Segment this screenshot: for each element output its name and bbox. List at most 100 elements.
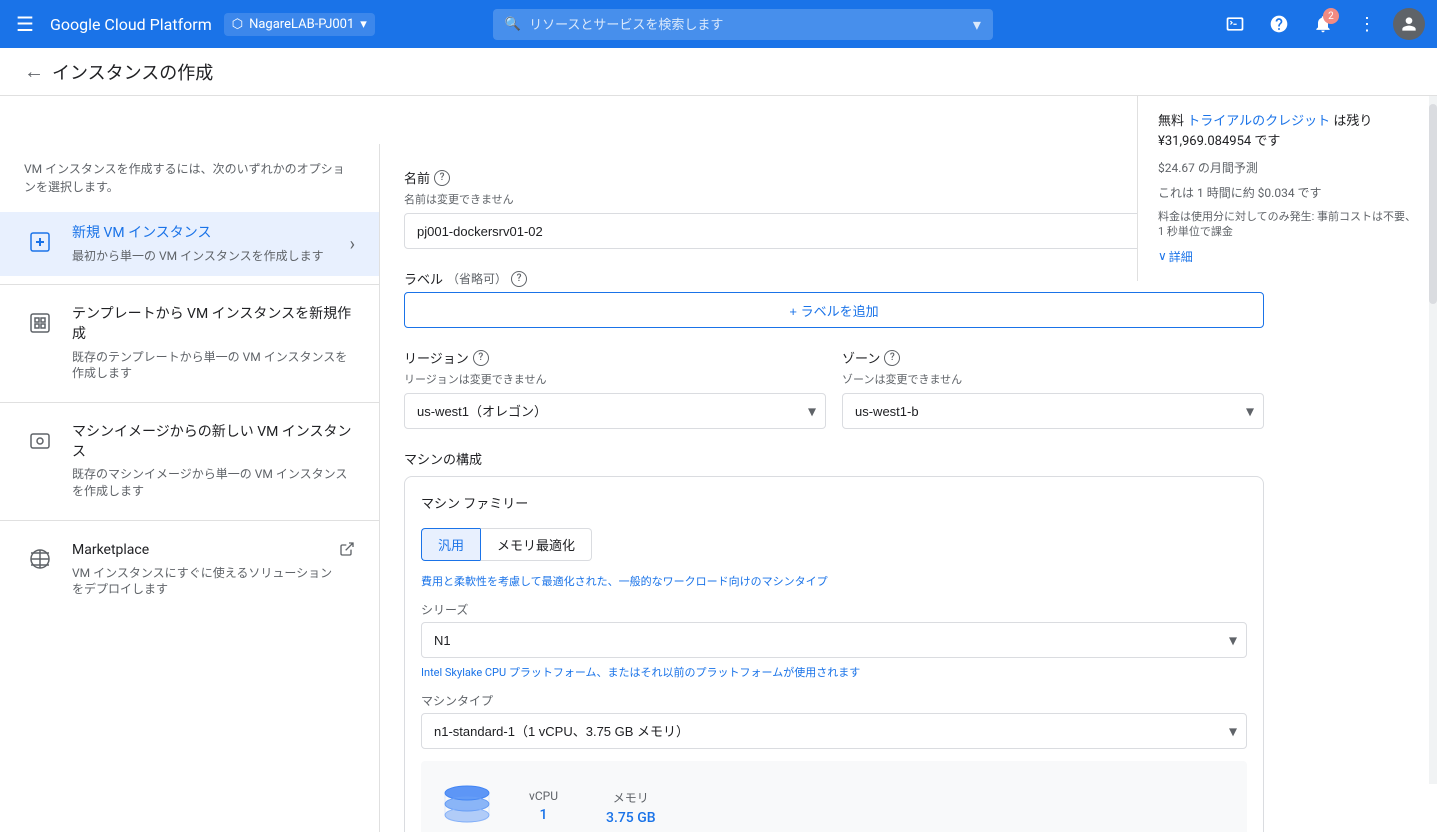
sidebar-item-template-title: テンプレートから VM インスタンスを新規作成 <box>72 305 355 344</box>
region-sublabel: リージョンは変更できません <box>404 371 826 387</box>
series-select[interactable]: N1 <box>421 622 1247 658</box>
scrollbar-thumb[interactable] <box>1429 104 1437 304</box>
machine-type-select[interactable]: n1-standard-1（1 vCPU、3.75 GB メモリ） <box>421 713 1247 749</box>
sidebar-item-marketplace-content: Marketplace VM インスタンスにすぐに使えるソリューションをデプロイ… <box>72 541 339 598</box>
breadcrumb: ← インスタンスの作成 <box>0 48 1437 96</box>
name-sublabel: 名前は変更できません <box>404 191 1264 207</box>
metrics-row: vCPU 1 メモリ 3.75 GB <box>529 789 656 826</box>
help-button[interactable] <box>1261 6 1297 42</box>
scrollbar-track <box>1429 96 1437 784</box>
marketplace-icon <box>24 543 56 575</box>
image-vm-icon <box>24 425 56 457</box>
tab-memory[interactable]: メモリ最適化 <box>480 528 592 561</box>
zone-sublabel: ゾーンは変更できません <box>842 371 1264 387</box>
region-help-icon[interactable]: ? <box>473 350 489 366</box>
cost-detail-chevron-icon: ∨ <box>1158 249 1167 263</box>
label-optional: （省略可） <box>447 270 507 287</box>
sidebar-divider-3 <box>0 520 379 521</box>
search-dropdown-icon: ▾ <box>973 15 981 34</box>
name-input[interactable] <box>404 213 1264 249</box>
top-navigation: ☰ Google Cloud Platform ⬡ NagareLAB-PJ00… <box>0 0 1437 48</box>
more-options-button[interactable]: ⋮ <box>1349 6 1385 42</box>
template-vm-icon <box>24 307 56 339</box>
sidebar-description: VM インスタンスを作成するには、次のいずれかのオプションを選択します。 <box>0 160 379 212</box>
machine-type-select-wrapper: n1-standard-1（1 vCPU、3.75 GB メモリ） ▾ <box>421 713 1247 749</box>
sidebar-divider-2 <box>0 402 379 403</box>
notification-badge: 2 <box>1323 8 1339 24</box>
search-icon: 🔍 <box>505 17 521 32</box>
cost-free-trial-middle: トライアルのクレジット <box>1187 114 1330 129</box>
region-zone-row: リージョン ? リージョンは変更できません us-west1（オレゴン） ▾ ゾ… <box>404 348 1264 449</box>
vcpu-metric: vCPU 1 <box>529 789 558 826</box>
sidebar-item-new-vm[interactable]: 新規 VM インスタンス 最初から単一の VM インスタンスを作成します › <box>0 212 379 276</box>
cost-panel: 無料 トライアルのクレジット は残り ¥31,969.084954 です $24… <box>1137 96 1437 281</box>
zone-field-group: ゾーン ? ゾーンは変更できません us-west1-b ▾ <box>842 348 1264 429</box>
page-title: インスタンスの作成 <box>52 59 213 85</box>
cost-free-trial-prefix: 無料 <box>1158 114 1184 129</box>
memory-metric: メモリ 3.75 GB <box>606 789 656 826</box>
machine-config-label: マシンの構成 <box>404 449 1264 468</box>
add-label-button[interactable]: + ラベルを追加 <box>404 292 1264 328</box>
sidebar: VM インスタンスを作成するには、次のいずれかのオプションを選択します。 新規 … <box>0 144 380 832</box>
name-field-group: 名前 ? 名前は変更できません <box>404 168 1264 249</box>
vcpu-value: 1 <box>529 807 558 823</box>
cost-detail-label: 詳細 <box>1169 248 1193 265</box>
sidebar-item-template-vm[interactable]: テンプレートから VM インスタンスを新規作成 既存のテンプレートから単一の V… <box>0 293 379 394</box>
sidebar-item-image-desc: 既存のマシンイメージから単一の VM インスタンスを作成します <box>72 466 355 500</box>
sidebar-item-image-vm[interactable]: マシンイメージからの新しい VM インスタンス 既存のマシンイメージから単一の … <box>0 411 379 512</box>
vcpu-memory-display: vCPU 1 メモリ 3.75 GB <box>421 761 1247 832</box>
machine-type-icon <box>437 777 497 832</box>
sidebar-item-image-title: マシンイメージからの新しい VM インスタンス <box>72 423 355 462</box>
cost-detail-link[interactable]: ∨ 詳細 <box>1158 248 1417 265</box>
region-select-wrapper: us-west1（オレゴン） ▾ <box>404 393 826 429</box>
nav-icons: 2 ⋮ <box>1217 6 1425 42</box>
region-field-group: リージョン ? リージョンは変更できません us-west1（オレゴン） ▾ <box>404 348 826 429</box>
zone-label: ゾーン ? <box>842 348 1264 367</box>
project-chevron-icon: ▾ <box>360 17 367 32</box>
machine-family-description: 費用と柔軟性を考慮して最適化された、一般的なワークロード向けのマシンタイプ <box>421 573 1247 589</box>
cost-free-trial: 無料 トライアルのクレジット は残り ¥31,969.084954 です <box>1158 112 1417 151</box>
sidebar-item-new-vm-title: 新規 VM インスタンス <box>72 224 350 244</box>
sidebar-divider-1 <box>0 284 379 285</box>
machine-config-card: マシン ファミリー 汎用 メモリ最適化 費用と柔軟性を考慮して最適化された、一般… <box>404 476 1264 832</box>
tab-general[interactable]: 汎用 <box>421 528 480 561</box>
series-description: Intel Skylake CPU プラットフォーム、またはそれ以前のプラットフ… <box>421 664 1247 680</box>
sidebar-item-template-content: テンプレートから VM インスタンスを新規作成 既存のテンプレートから単一の V… <box>72 305 355 382</box>
cost-note: 料金は使用分に対してのみ発生: 事前コストは不要、1 秒単位で課金 <box>1158 209 1417 240</box>
notifications-button[interactable]: 2 <box>1305 6 1341 42</box>
back-button[interactable]: ← <box>24 59 44 84</box>
terminal-button[interactable] <box>1217 6 1253 42</box>
vcpu-label: vCPU <box>529 789 558 803</box>
memory-value: 3.75 GB <box>606 810 656 826</box>
series-select-wrapper: N1 ▾ <box>421 622 1247 658</box>
sidebar-item-marketplace-title: Marketplace <box>72 541 339 561</box>
zone-select[interactable]: us-west1-b <box>842 393 1264 429</box>
label-label: ラベル （省略可） ? <box>404 269 1264 288</box>
machine-type-label: マシンタイプ <box>421 692 1247 709</box>
external-link-icon <box>339 541 355 561</box>
project-selector[interactable]: ⬡ NagareLAB-PJ001 ▾ <box>224 13 375 36</box>
label-field-group: ラベル （省略可） ? + ラベルを追加 <box>404 269 1264 328</box>
sidebar-item-content: 新規 VM インスタンス 最初から単一の VM インスタンスを作成します <box>72 224 350 264</box>
machine-config-body: 汎用 メモリ最適化 費用と柔軟性を考慮して最適化された、一般的なワークロード向け… <box>405 528 1263 832</box>
sidebar-item-marketplace[interactable]: Marketplace VM インスタンスにすぐに使えるソリューションをデプロイ… <box>0 529 379 610</box>
sidebar-item-chevron-icon: › <box>350 234 355 255</box>
memory-label: メモリ <box>606 789 656 806</box>
hamburger-menu[interactable]: ☰ <box>12 8 38 40</box>
name-help-icon[interactable]: ? <box>434 170 450 186</box>
sidebar-item-template-desc: 既存のテンプレートから単一の VM インスタンスを作成します <box>72 349 355 383</box>
search-input[interactable] <box>529 17 965 32</box>
project-name: NagareLAB-PJ001 <box>249 17 354 32</box>
label-help-icon[interactable]: ? <box>511 271 527 287</box>
cost-monthly: $24.67 の月間予測 <box>1158 159 1417 176</box>
avatar[interactable] <box>1393 8 1425 40</box>
new-vm-icon <box>24 226 56 258</box>
form-section: 名前 ? 名前は変更できません ラベル （省略可） ? + ラベルを追加 <box>404 168 1264 832</box>
zone-help-icon[interactable]: ? <box>884 350 900 366</box>
brand-name: Google Cloud Platform <box>50 15 212 34</box>
machine-family-tabs: 汎用 メモリ最適化 <box>421 528 1247 561</box>
search-bar[interactable]: 🔍 ▾ <box>493 9 993 40</box>
region-select[interactable]: us-west1（オレゴン） <box>404 393 826 429</box>
sidebar-item-new-vm-desc: 最初から単一の VM インスタンスを作成します <box>72 248 350 265</box>
name-label: 名前 ? <box>404 168 1264 187</box>
